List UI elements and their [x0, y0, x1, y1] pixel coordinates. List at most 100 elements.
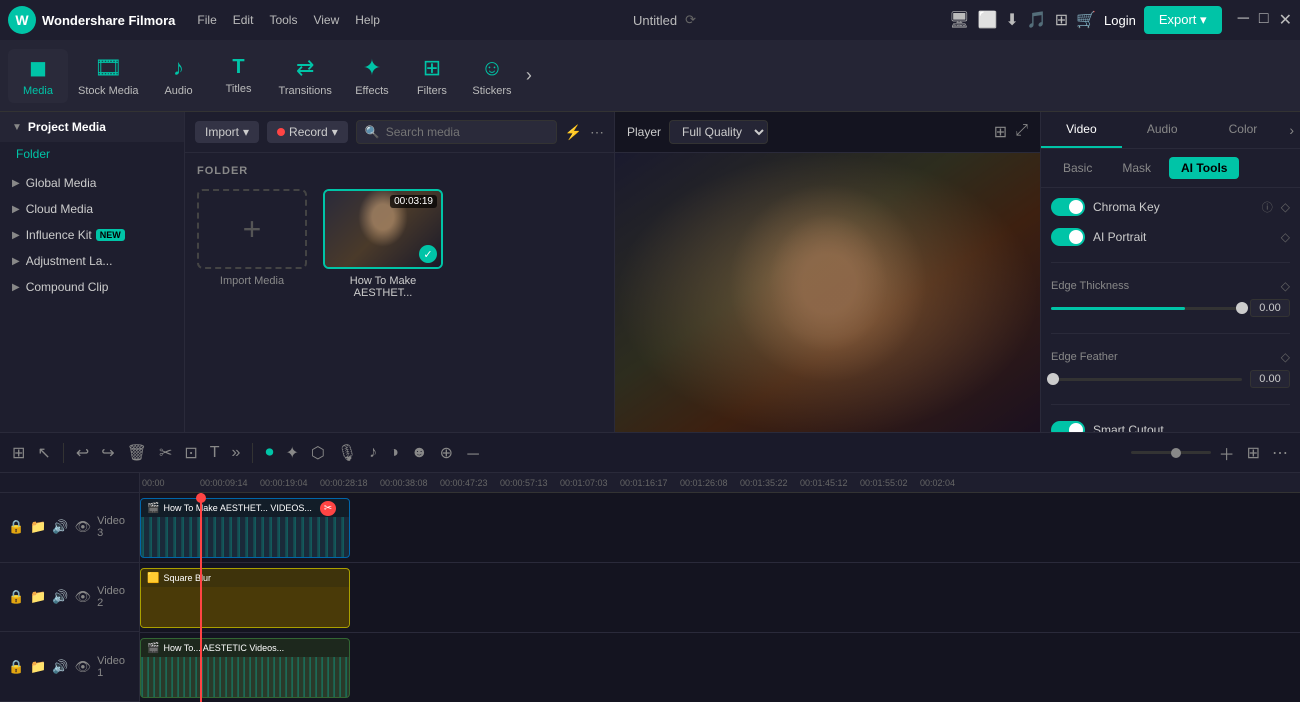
subtab-ai-tools[interactable]: AI Tools	[1169, 157, 1239, 179]
cart-icon[interactable]: 🛒	[1076, 10, 1096, 30]
tl-layout-icon[interactable]: ⊞	[1243, 439, 1264, 467]
track3-folder-icon[interactable]: 📁	[30, 519, 46, 535]
section-cloud-media[interactable]: ▶ Cloud Media	[0, 196, 184, 222]
search-input[interactable]	[386, 125, 548, 139]
edge-thickness-diamond[interactable]: ◇	[1281, 279, 1290, 293]
tl-voice-icon[interactable]: 🎙	[333, 439, 361, 467]
export-button[interactable]: Export ▾	[1144, 6, 1222, 34]
minimize-button[interactable]: ─	[1238, 10, 1249, 30]
toolbar-stickers[interactable]: ☺ Stickers	[462, 49, 522, 103]
tl-mask-icon[interactable]: ⬡	[307, 439, 329, 467]
menu-view[interactable]: View	[313, 13, 339, 27]
toolbar-filters[interactable]: ⊞ Filters	[402, 49, 462, 103]
music-icon[interactable]: 🎵	[1027, 10, 1047, 30]
tl-audio-icon[interactable]: ♪	[365, 440, 381, 466]
video-media-item[interactable]: 00:03:19 ✓ How To Make AESTHET...	[323, 189, 443, 299]
toolbar-stock-media[interactable]: 🎞 Stock Media	[68, 49, 149, 103]
tl-plus-icon[interactable]: ＋	[1215, 437, 1239, 469]
maximize-button[interactable]: □	[1259, 10, 1269, 30]
toolbar-more-button[interactable]: ›	[526, 65, 532, 86]
track3-audio-icon[interactable]: 🔊	[52, 519, 68, 535]
login-button[interactable]: Login	[1104, 13, 1136, 28]
toolbar-transitions[interactable]: ⇄ Transitions	[269, 49, 342, 103]
tab-video[interactable]: Video	[1041, 112, 1122, 148]
track1-audio-icon[interactable]: 🔊	[52, 659, 68, 675]
toolbar-effects[interactable]: ✦ Effects	[342, 49, 402, 103]
track2-folder-icon[interactable]: 📁	[30, 589, 46, 605]
tl-record-icon[interactable]: ⏺	[261, 440, 277, 466]
tl-cursor-icon[interactable]: ↖	[33, 439, 54, 467]
track3-lock-icon[interactable]: 🔒	[8, 519, 24, 535]
track1-eye-icon[interactable]: 👁	[75, 659, 92, 675]
track-clip-video1[interactable]: 🎬 How To... AESTETIC Videos...	[140, 638, 350, 698]
tl-more-icon[interactable]: »	[228, 440, 245, 466]
tl-text-icon[interactable]: T	[206, 440, 224, 466]
player-expand-icon[interactable]: ⤢	[1015, 122, 1028, 142]
chroma-key-toggle[interactable]	[1051, 198, 1085, 216]
track2-audio-icon[interactable]: 🔊	[52, 589, 68, 605]
tl-grid-icon[interactable]: ⊞	[8, 439, 29, 467]
section-compound-clip[interactable]: ▶ Compound Clip	[0, 274, 184, 300]
import-media-item[interactable]: + Import Media	[197, 189, 307, 299]
edge-thickness-value[interactable]: 0.00	[1250, 299, 1290, 317]
track-clip-video3[interactable]: 🎬 How To Make AESTHET... VIDEOS... ✂	[140, 498, 350, 558]
track2-eye-icon[interactable]: 👁	[75, 589, 92, 605]
tab-color[interactable]: Color	[1203, 112, 1284, 148]
edge-feather-diamond[interactable]: ◇	[1281, 350, 1290, 364]
tl-effects-icon[interactable]: ✦	[281, 439, 302, 467]
zoom-slider[interactable]	[1131, 451, 1211, 454]
tl-settings-icon[interactable]: ⋯	[1268, 439, 1292, 467]
subtab-mask[interactable]: Mask	[1110, 157, 1163, 179]
tl-motion-icon[interactable]: ⊕	[436, 439, 457, 467]
apps-icon[interactable]: ⊞	[1055, 10, 1068, 30]
track-clip-video2[interactable]: 🟨 Square Blur	[140, 568, 350, 628]
edge-feather-value[interactable]: 0.00	[1250, 370, 1290, 388]
monitor-icon[interactable]: 🖥	[949, 10, 969, 30]
project-media-arrow[interactable]: ▼	[12, 122, 22, 133]
toolbar-media[interactable]: ◼ Media	[8, 49, 68, 103]
tab-audio[interactable]: Audio	[1122, 112, 1203, 148]
download-icon[interactable]: ⬇	[1005, 10, 1018, 30]
timeline-tracks[interactable]: 00:00 00:00:09:14 00:00:19:04 00:00:28:1…	[140, 473, 1300, 702]
section-adjustment[interactable]: ▶ Adjustment La...	[0, 248, 184, 274]
section-global-media[interactable]: ▶ Global Media	[0, 170, 184, 196]
menu-tools[interactable]: Tools	[269, 13, 297, 27]
close-button[interactable]: ✕	[1279, 10, 1292, 30]
chroma-key-diamond-icon[interactable]: ◇	[1281, 200, 1290, 214]
toolbar-titles[interactable]: T Titles	[209, 50, 269, 101]
menu-file[interactable]: File	[197, 13, 216, 27]
track3-eye-icon[interactable]: 👁	[75, 519, 92, 535]
tl-cut-icon[interactable]: ✂	[155, 439, 176, 467]
right-panel-expand-icon[interactable]: ›	[1283, 112, 1300, 148]
ai-portrait-toggle[interactable]	[1051, 228, 1085, 246]
window-controls: ─ □ ✕	[1238, 10, 1292, 30]
ai-portrait-diamond-icon[interactable]: ◇	[1281, 230, 1290, 244]
menu-help[interactable]: Help	[355, 13, 380, 27]
toolbar-audio[interactable]: ♪ Audio	[149, 49, 209, 103]
edge-feather-track[interactable]	[1051, 378, 1242, 381]
tl-sticker-icon[interactable]: ☻	[407, 440, 432, 466]
track1-folder-icon[interactable]: 📁	[30, 659, 46, 675]
record-button[interactable]: Record ▾	[267, 121, 348, 143]
share-icon[interactable]: ⬜	[977, 10, 997, 30]
track2-lock-icon[interactable]: 🔒	[8, 589, 24, 605]
tl-minus-icon[interactable]: －	[461, 437, 485, 469]
tl-redo-icon[interactable]: ↪	[97, 439, 118, 467]
player-settings-icon[interactable]: ⊞	[994, 122, 1007, 142]
tl-delete-icon[interactable]: 🗑	[123, 439, 151, 467]
subtab-basic[interactable]: Basic	[1051, 157, 1104, 179]
tl-crop-icon[interactable]: ⊡	[180, 439, 201, 467]
import-placeholder[interactable]: +	[197, 189, 307, 269]
menu-edit[interactable]: Edit	[233, 13, 254, 27]
import-button[interactable]: Import ▾	[195, 121, 259, 143]
track1-lock-icon[interactable]: 🔒	[8, 659, 24, 675]
folder-item[interactable]: Folder	[0, 142, 184, 166]
section-influence-kit[interactable]: ▶ Influence Kit NEW	[0, 222, 184, 248]
more-options-icon[interactable]: ⋯	[590, 124, 604, 141]
chroma-key-info-icon[interactable]: ⓘ	[1262, 199, 1273, 215]
quality-select[interactable]: Full Quality	[669, 120, 768, 144]
tl-color-icon[interactable]: ◑	[385, 440, 403, 466]
filter-icon[interactable]: ⚡	[565, 124, 582, 141]
tl-undo-icon[interactable]: ↩	[72, 439, 93, 467]
edge-thickness-track[interactable]	[1051, 307, 1242, 310]
